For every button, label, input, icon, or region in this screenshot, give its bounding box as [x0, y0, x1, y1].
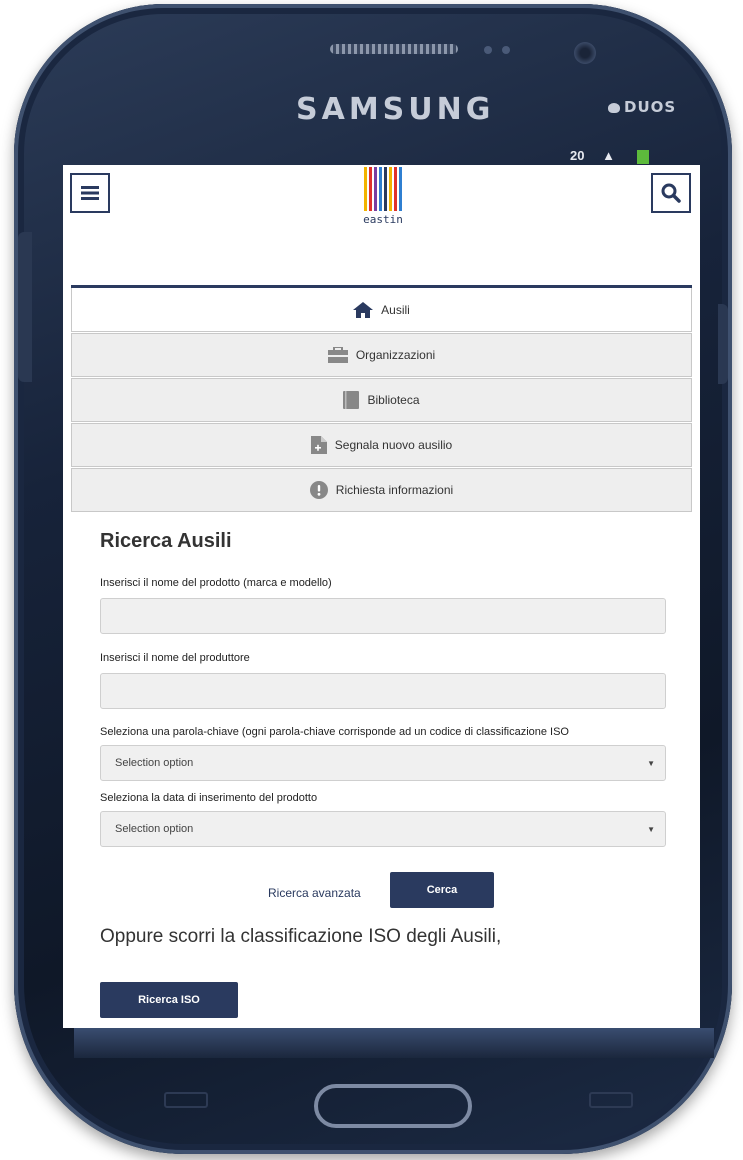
logo-bar [379, 167, 382, 211]
device-model-badge: DUOS [608, 98, 676, 116]
logo-bar [374, 167, 377, 211]
power-button [718, 304, 728, 384]
eastin-logo[interactable]: eastin [358, 167, 408, 231]
home-icon [353, 301, 374, 318]
nav-item-organizzazioni[interactable]: Organizzazioni [71, 333, 692, 377]
main-nav: Ausili Organizzazioni Biblioteca Segnala… [71, 288, 692, 512]
date-select-value: Selection option [115, 823, 194, 835]
logo-bar [399, 167, 402, 211]
briefcase-icon [327, 347, 348, 363]
date-select[interactable]: Selection option ▼ [100, 811, 666, 847]
duos-logo-icon [608, 102, 620, 113]
caret-down-icon: ▼ [647, 824, 655, 834]
exclamation-circle-icon [309, 481, 328, 499]
nav-item-label: Ausili [381, 302, 410, 317]
proximity-sensor [484, 46, 492, 54]
keyword-select[interactable]: Selection option ▼ [100, 745, 666, 781]
light-sensor [502, 46, 510, 54]
status-time: 20 [570, 148, 585, 163]
search-icon [661, 183, 681, 203]
manufacturer-input[interactable] [100, 673, 666, 709]
iso-browse-text: Oppure scorri la classificazione ISO deg… [100, 926, 502, 947]
advanced-search-link[interactable]: Ricerca avanzata [268, 886, 361, 900]
device-model-text: DUOS [624, 98, 677, 116]
nav-item-label: Biblioteca [367, 393, 420, 407]
manufacturer-label: Inserisci il nome del produttore [100, 652, 250, 664]
logo-bar [364, 167, 367, 211]
menu-softkey[interactable] [164, 1092, 208, 1108]
keyword-label: Seleziona una parola-chiave (ogni parola… [100, 726, 569, 738]
front-camera [574, 42, 596, 64]
nav-item-ausili[interactable]: Ausili [71, 288, 692, 332]
nav-item-label: Richiesta informazioni [335, 483, 454, 497]
keyword-select-value: Selection option [115, 757, 194, 769]
logo-bar [384, 167, 387, 211]
back-softkey[interactable] [589, 1092, 633, 1108]
iso-search-button[interactable]: Ricerca ISO [100, 982, 238, 1018]
device-brand: SAMSUNG [296, 92, 495, 127]
nav-item-biblioteca[interactable]: Biblioteca [71, 378, 692, 422]
volume-button [18, 232, 32, 382]
phone-screen: eastin Ausili Organizzazioni Biblioteca … [63, 165, 700, 1028]
logo-bar [394, 167, 397, 211]
form-actions: Ricerca avanzata Cerca [100, 872, 668, 910]
status-bar: 20 ▲ [570, 148, 649, 164]
product-name-label: Inserisci il nome del prodotto (marca e … [100, 577, 332, 589]
battery-icon [636, 149, 649, 164]
logo-bars [358, 167, 408, 211]
logo-bar [389, 167, 392, 211]
new-document-icon [310, 436, 327, 454]
search-button[interactable] [651, 173, 691, 213]
nav-item-richiesta[interactable]: Richiesta informazioni [71, 468, 692, 512]
search-form: Ricerca Ausili Inserisci il nome del pro… [100, 530, 668, 1018]
caret-down-icon: ▼ [647, 758, 655, 768]
nav-item-segnala[interactable]: Segnala nuovo ausilio [71, 423, 692, 467]
earpiece-speaker [330, 44, 458, 54]
home-button[interactable] [314, 1084, 472, 1128]
logo-text: eastin [363, 213, 403, 226]
logo-bar [369, 167, 372, 211]
section-title: Ricerca Ausili [100, 530, 232, 552]
menu-button[interactable] [70, 173, 110, 213]
book-icon [343, 391, 360, 409]
nav-item-label: Segnala nuovo ausilio [334, 438, 453, 452]
nav-item-label: Organizzazioni [355, 348, 436, 362]
date-label: Seleziona la data di inserimento del pro… [100, 792, 318, 804]
hamburger-icon [81, 186, 99, 200]
signal-icon: ▲ [602, 148, 615, 163]
search-submit-button[interactable]: Cerca [390, 872, 494, 908]
bottom-bezel [74, 1028, 714, 1058]
product-name-input[interactable] [100, 598, 666, 634]
